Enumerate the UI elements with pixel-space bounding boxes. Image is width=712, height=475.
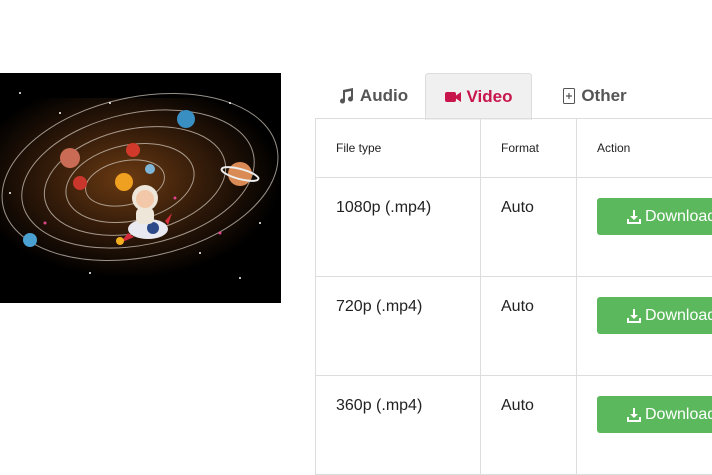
tab-video-label: Video: [467, 87, 513, 107]
download-button[interactable]: Download: [597, 396, 712, 433]
download-button[interactable]: Download: [597, 297, 712, 334]
header-action: Action: [577, 119, 712, 178]
file-type-cell: 1080p (.mp4): [316, 178, 481, 277]
header-file-type: File type: [316, 119, 481, 178]
video-thumbnail: [0, 73, 281, 303]
file-plus-icon: [563, 88, 575, 104]
table-row: 720p (.mp4) Auto Download: [316, 277, 712, 376]
download-table: File type Format Action 1080p (.mp4) Aut…: [315, 118, 712, 475]
space-illustration: [0, 73, 281, 303]
format-cell: Auto: [481, 376, 577, 475]
tab-other[interactable]: Other: [540, 73, 650, 119]
download-button-label: Download: [645, 307, 712, 325]
download-icon: [627, 210, 641, 224]
download-icon: [627, 309, 641, 323]
table-row: 360p (.mp4) Auto Download: [316, 376, 712, 475]
format-cell: Auto: [481, 178, 577, 277]
file-type-cell: 360p (.mp4): [316, 376, 481, 475]
tab-audio-label: Audio: [360, 86, 408, 106]
download-button-label: Download: [645, 406, 712, 424]
download-button[interactable]: Download: [597, 198, 712, 235]
music-note-icon: [338, 88, 354, 104]
table-header-row: File type Format Action: [316, 119, 712, 178]
tab-other-label: Other: [581, 86, 626, 106]
file-type-cell: 720p (.mp4): [316, 277, 481, 376]
download-button-label: Download: [645, 208, 712, 226]
action-cell: Download: [577, 178, 712, 277]
download-icon: [627, 408, 641, 422]
header-format: Format: [481, 119, 577, 178]
action-cell: Download: [577, 277, 712, 376]
tab-audio[interactable]: Audio: [322, 73, 424, 119]
tab-video[interactable]: Video: [425, 73, 532, 120]
format-tabs: Audio Video Other: [316, 73, 712, 119]
table-row: 1080p (.mp4) Auto Download: [316, 178, 712, 277]
action-cell: Download: [577, 376, 712, 475]
format-cell: Auto: [481, 277, 577, 376]
video-camera-icon: [445, 91, 461, 103]
